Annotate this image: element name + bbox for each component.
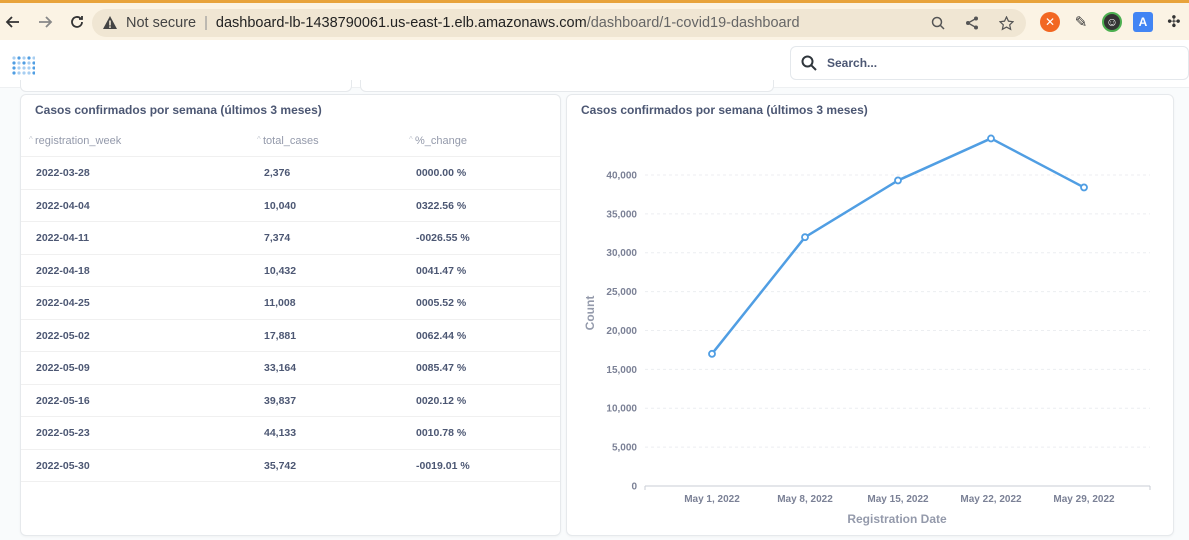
data-point[interactable] bbox=[1080, 183, 1088, 192]
zoom-icon[interactable] bbox=[928, 13, 948, 33]
y-axis-title: Count bbox=[583, 296, 597, 331]
table-row: 2022-05-30 35,742 -0019.01 % bbox=[21, 450, 560, 482]
cell-registration-week[interactable]: 2022-05-30 bbox=[36, 460, 90, 472]
data-point[interactable] bbox=[987, 134, 995, 143]
table-row: 2022-04-11 7,374 -0026.55 % bbox=[21, 222, 560, 255]
data-point[interactable] bbox=[708, 349, 716, 358]
cell-total-cases[interactable]: 39,837 bbox=[264, 395, 296, 407]
column-header-registration-week[interactable]: ^ registration_week bbox=[29, 135, 121, 147]
cell-total-cases[interactable]: 10,432 bbox=[264, 265, 296, 277]
cell-total-cases[interactable]: 2,376 bbox=[264, 167, 290, 179]
data-point[interactable] bbox=[894, 176, 902, 185]
address-bar[interactable]: Not secure | dashboard-lb-1438790061.us-… bbox=[92, 9, 1026, 37]
cell-percent-change[interactable]: 0020.12 % bbox=[416, 395, 466, 407]
back-arrow-icon[interactable] bbox=[0, 9, 26, 35]
table-row: 2022-05-02 17,881 0062.44 % bbox=[21, 320, 560, 352]
cell-total-cases[interactable]: 17,881 bbox=[264, 330, 296, 342]
table-row: 2022-05-09 33,164 0085.47 % bbox=[21, 352, 560, 385]
cell-percent-change[interactable]: -0026.55 % bbox=[416, 232, 470, 244]
y-tick-label: 30,000 bbox=[606, 248, 637, 259]
address-separator: | bbox=[204, 15, 208, 31]
y-tick-label: 0 bbox=[631, 482, 637, 493]
extension-green-icon[interactable]: ☺ bbox=[1102, 12, 1122, 32]
cell-total-cases[interactable]: 35,742 bbox=[264, 460, 296, 472]
bookmark-star-icon[interactable] bbox=[996, 13, 1016, 33]
dashcard-edge bbox=[20, 80, 352, 92]
table-card-title[interactable]: Casos confirmados por semana (últimos 3 … bbox=[35, 103, 322, 117]
chart-card: Casos confirmados por semana (últimos 3 … bbox=[566, 94, 1174, 536]
metabase-logo-icon[interactable] bbox=[11, 55, 36, 80]
forward-arrow-icon[interactable] bbox=[32, 9, 58, 35]
cell-registration-week[interactable]: 2022-05-02 bbox=[36, 330, 90, 342]
y-tick-label: 5,000 bbox=[612, 443, 637, 454]
cell-total-cases[interactable]: 44,133 bbox=[264, 427, 296, 439]
browser-toolbar: Not secure | dashboard-lb-1438790061.us-… bbox=[0, 0, 1189, 40]
share-icon[interactable] bbox=[962, 13, 982, 33]
search-icon bbox=[801, 55, 817, 71]
data-point[interactable] bbox=[801, 233, 809, 242]
table-row: 2022-04-04 10,040 0322.56 % bbox=[21, 190, 560, 222]
cell-registration-week[interactable]: 2022-04-25 bbox=[36, 297, 90, 309]
cell-total-cases[interactable]: 11,008 bbox=[264, 297, 296, 309]
url-path: /dashboard/1-covid19-dashboard bbox=[586, 15, 800, 31]
search-placeholder: Search... bbox=[827, 56, 878, 70]
table-header: ^ registration_week ^ total_cases ^ %_chang… bbox=[21, 125, 560, 157]
cell-registration-week[interactable]: 2022-04-04 bbox=[36, 200, 90, 212]
x-axis-title: Registration Date bbox=[847, 512, 947, 526]
cell-registration-week[interactable]: 2022-03-28 bbox=[36, 167, 90, 179]
table-row: 2022-05-16 39,837 0020.12 % bbox=[21, 385, 560, 417]
y-tick-label: 25,000 bbox=[606, 287, 637, 298]
dashcard-edge bbox=[360, 80, 774, 92]
cell-registration-week[interactable]: 2022-05-23 bbox=[36, 427, 90, 439]
cell-percent-change[interactable]: -0019.01 % bbox=[416, 460, 470, 472]
series-line bbox=[711, 137, 1085, 355]
cell-registration-week[interactable]: 2022-04-18 bbox=[36, 265, 90, 277]
column-header-percent-change[interactable]: ^ %_change bbox=[409, 135, 467, 147]
line-chart: 0 5,000 10,000 15,000 20,000 25,000 30,000 35,0… bbox=[583, 134, 1151, 526]
cell-registration-week[interactable]: 2022-05-16 bbox=[36, 395, 90, 407]
cell-registration-week[interactable]: 2022-05-09 bbox=[36, 362, 90, 374]
reload-icon[interactable] bbox=[64, 9, 90, 35]
cell-percent-change[interactable]: 0005.52 % bbox=[416, 297, 466, 309]
translate-icon[interactable]: A bbox=[1133, 12, 1153, 32]
y-tick-label: 15,000 bbox=[606, 365, 637, 376]
cell-percent-change[interactable]: 0062.44 % bbox=[416, 330, 466, 342]
x-tick-label: May 15, 2022 bbox=[867, 494, 929, 505]
table-row: 2022-03-28 2,376 0000.00 % bbox=[21, 157, 560, 190]
y-tick-label: 40,000 bbox=[606, 170, 637, 181]
y-tick-label: 20,000 bbox=[606, 326, 637, 337]
puzzle-icon[interactable]: ✣ bbox=[1164, 12, 1184, 32]
url-host: dashboard-lb-1438790061.us-east-1.elb.am… bbox=[215, 15, 587, 31]
x-tick-label: May 29, 2022 bbox=[1053, 494, 1115, 505]
table-row: 2022-05-23 44,133 0010.78 % bbox=[21, 417, 560, 450]
cell-registration-week[interactable]: 2022-04-11 bbox=[36, 232, 89, 244]
extension-red-icon[interactable]: ✕ bbox=[1040, 12, 1060, 32]
cell-total-cases[interactable]: 7,374 bbox=[264, 232, 290, 244]
search-input[interactable]: Search... bbox=[790, 46, 1189, 80]
table-row: 2022-04-18 10,432 0041.47 % bbox=[21, 255, 560, 287]
cell-percent-change[interactable]: 0041.47 % bbox=[416, 265, 466, 277]
x-tick-label: May 1, 2022 bbox=[684, 494, 740, 505]
cell-percent-change[interactable]: 0000.00 % bbox=[416, 167, 466, 179]
column-header-total-cases[interactable]: ^ total_cases bbox=[257, 135, 319, 147]
cell-percent-change[interactable]: 0085.47 % bbox=[416, 362, 466, 374]
cell-percent-change[interactable]: 0322.56 % bbox=[416, 200, 466, 212]
x-tick-label: May 22, 2022 bbox=[960, 494, 1022, 505]
warning-icon bbox=[103, 16, 117, 29]
cell-total-cases[interactable]: 33,164 bbox=[264, 362, 296, 374]
cell-total-cases[interactable]: 10,040 bbox=[264, 200, 296, 212]
cell-percent-change[interactable]: 0010.78 % bbox=[416, 427, 466, 439]
table-card: Casos confirmados por semana (últimos 3 … bbox=[20, 94, 561, 536]
data-table: ^ registration_week ^ total_cases ^ %_chang… bbox=[21, 125, 560, 482]
table-row: 2022-04-25 11,008 0005.52 % bbox=[21, 287, 560, 320]
y-tick-label: 35,000 bbox=[606, 209, 637, 220]
not-secure-label: Not secure bbox=[126, 15, 197, 31]
x-tick-label: May 8, 2022 bbox=[777, 494, 833, 505]
eyedropper-icon[interactable]: ✎ bbox=[1071, 12, 1091, 32]
y-tick-label: 10,000 bbox=[606, 404, 637, 415]
